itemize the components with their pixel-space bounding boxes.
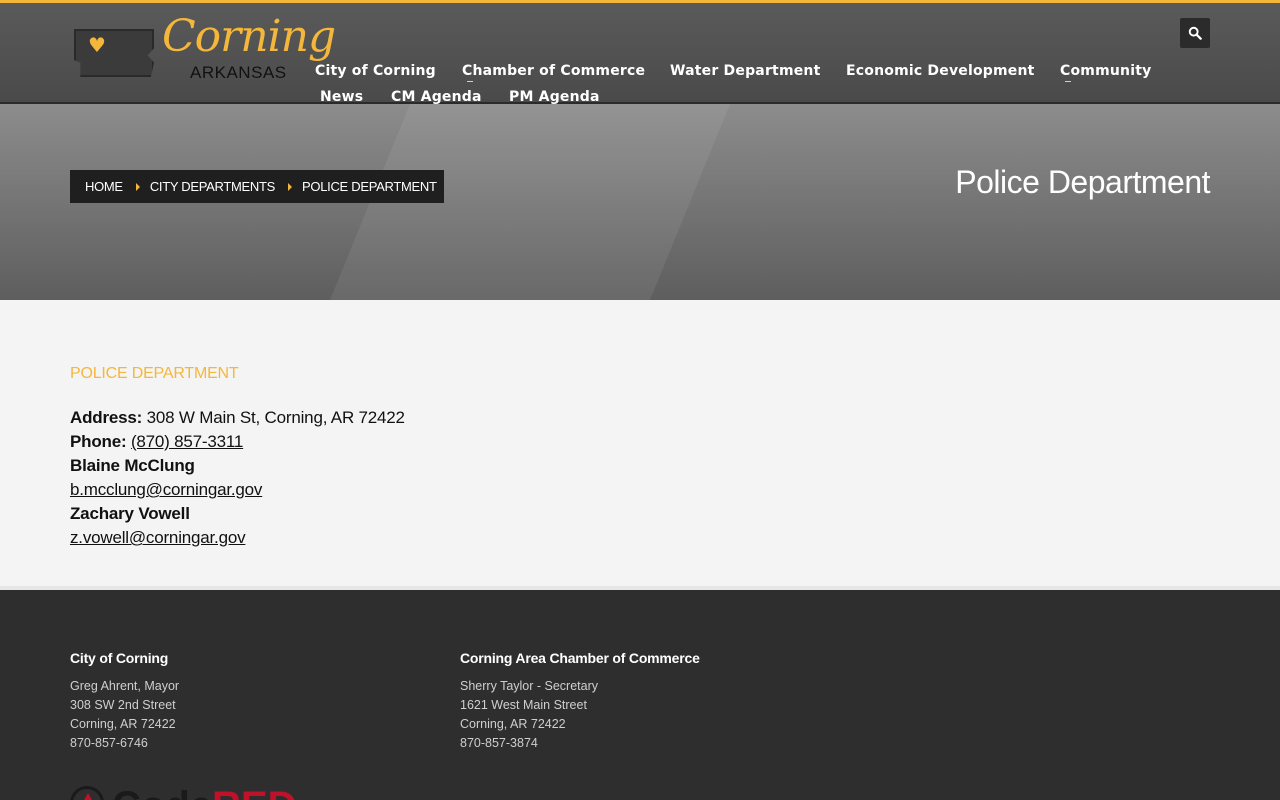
submenu-indicator (467, 81, 473, 82)
phone-label: Phone: (70, 432, 127, 451)
nav-item-chamber-of-commerce[interactable]: Chamber of Commerce (462, 62, 645, 80)
footer-line: Sherry Taylor - Secretary (460, 679, 599, 693)
footer-column-city: City of Corning Greg Ahrent, Mayor 308 S… (70, 650, 179, 753)
contact-info: Address: 308 W Main St, Corning, AR 7242… (70, 406, 405, 550)
email-link[interactable]: b.mcclung@corningar.gov (70, 480, 262, 499)
search-button[interactable] (1180, 18, 1210, 48)
page-hero: HOME CITY DEPARTMENTS POLICE DEPARTMENT … (0, 104, 1280, 300)
search-icon (1188, 26, 1202, 40)
contact-name: Zachary Vowell (70, 502, 405, 526)
nav-item-city-of-corning[interactable]: City of Corning (315, 62, 436, 80)
contact-email-line: b.mcclung@corningar.gov (70, 478, 405, 502)
main-content: POLICE DEPARTMENT Address: 308 W Main St… (0, 300, 1280, 586)
address-line: Address: 308 W Main St, Corning, AR 7242… (70, 406, 405, 430)
codered-icon (70, 786, 104, 800)
breadcrumb-home[interactable]: HOME (85, 179, 123, 194)
nav-item-economic-development[interactable]: Economic Development (846, 62, 1035, 80)
footer-column-chamber: Corning Area Chamber of Commerce Sherry … (460, 650, 700, 753)
site-footer: City of Corning Greg Ahrent, Mayor 308 S… (0, 590, 1280, 800)
footer-line: Corning, AR 72422 (460, 717, 566, 731)
address-value: 308 W Main St, Corning, AR 72422 (146, 408, 405, 427)
footer-line: 870-857-3874 (460, 736, 538, 750)
breadcrumb-arrow-icon (288, 182, 293, 191)
breadcrumb-city-departments[interactable]: CITY DEPARTMENTS (150, 179, 276, 194)
logo-subtitle: ARKANSAS (190, 63, 287, 82)
email-link[interactable]: z.vowell@corningar.gov (70, 528, 246, 547)
phone-line: Phone: (870) 857-3311 (70, 430, 405, 454)
breadcrumb-arrow-icon (135, 182, 140, 191)
arkansas-state-icon (74, 29, 154, 77)
footer-line: 1621 West Main Street (460, 698, 587, 712)
footer-line: 870-857-6746 (70, 736, 148, 750)
contact-name: Blaine McClung (70, 454, 405, 478)
heart-icon: ♥ (88, 33, 106, 57)
codered-red-text: RED (212, 786, 296, 800)
footer-line: Greg Ahrent, Mayor (70, 679, 180, 693)
contact-name-text: Zachary Vowell (70, 504, 190, 523)
breadcrumb: HOME CITY DEPARTMENTS POLICE DEPARTMENT (70, 170, 444, 203)
codered-code-text: Code (112, 786, 212, 800)
address-label: Address: (70, 408, 143, 427)
site-logo[interactable]: ♥ Corning ARKANSAS (74, 11, 336, 95)
logo-wordmark: Corning (162, 11, 336, 62)
breadcrumb-current: POLICE DEPARTMENT (302, 179, 437, 194)
contact-name-text: Blaine McClung (70, 456, 195, 475)
nav-item-water-department[interactable]: Water Department (670, 62, 820, 80)
footer-column-title: City of Corning (70, 650, 169, 666)
codered-logo[interactable]: Code RED (70, 786, 296, 800)
contact-email-line: z.vowell@corningar.gov (70, 526, 405, 550)
footer-line: Corning, AR 72422 (70, 717, 176, 731)
submenu-indicator (1065, 81, 1071, 82)
phone-link[interactable]: (870) 857-3311 (131, 432, 243, 451)
section-heading: POLICE DEPARTMENT (70, 365, 239, 382)
page-title: Police Department (955, 164, 1210, 200)
nav-item-community[interactable]: Community (1060, 62, 1151, 80)
site-header: ♥ Corning ARKANSAS City of Corning Chamb… (0, 0, 1280, 105)
footer-column-title: Corning Area Chamber of Commerce (460, 650, 700, 666)
footer-line: 308 SW 2nd Street (70, 698, 176, 712)
